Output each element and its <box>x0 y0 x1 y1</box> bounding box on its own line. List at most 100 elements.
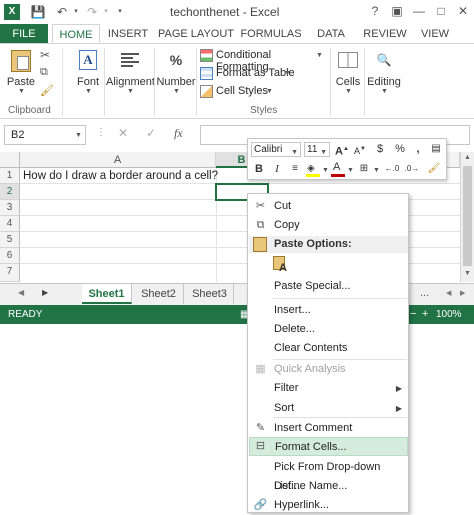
menu-copy[interactable]: ⧉ Copy <box>249 216 408 235</box>
menu-clear-contents[interactable]: Clear Contents <box>249 339 408 358</box>
paste-keep-source-icon[interactable]: A <box>273 256 291 276</box>
row-header-1[interactable]: 1 <box>0 168 20 184</box>
row-header-2[interactable]: 2 <box>0 184 20 200</box>
editing-group-button[interactable]: 🔍 Editing ▼ <box>366 48 402 98</box>
copy-icon[interactable]: ⧉ <box>40 66 48 79</box>
sheet-tab-3[interactable]: Sheet3 <box>186 284 234 304</box>
tab-insert[interactable]: INSERT <box>104 24 152 44</box>
insert-function-button[interactable]: fx <box>174 126 183 141</box>
undo-dropdown-icon[interactable]: ▾ <box>68 4 84 20</box>
font-color-dropdown-icon[interactable]: ▼ <box>347 167 354 174</box>
tab-formulas[interactable]: FORMULAS <box>240 24 302 44</box>
tab-file[interactable]: FILE <box>0 24 48 44</box>
menu-insert[interactable]: Insert... <box>249 301 408 320</box>
comma-format-button[interactable]: , <box>410 141 426 157</box>
alignment-label: Alignment <box>106 76 155 88</box>
name-box-dropdown-icon[interactable]: ▼ <box>75 132 82 139</box>
scroll-down-icon[interactable]: ▼ <box>464 270 471 277</box>
menu-paste-special[interactable]: Paste Special... <box>249 277 408 296</box>
menu-pick-list[interactable]: Pick From Drop-down List... <box>249 458 408 492</box>
row-header-5[interactable]: 5 <box>0 232 20 248</box>
tab-data[interactable]: DATA <box>310 24 352 44</box>
title-bar: X 💾 ↶ ▾ ↷ ▾ ▾ techonthenet - Excel ? ▣ —… <box>0 0 474 24</box>
alignment-group-button[interactable]: Alignment ▼ <box>106 48 155 98</box>
format-painter-mini-icon[interactable]: ▤ <box>428 141 444 157</box>
horizontal-scroll-right-icon[interactable]: ▶ <box>460 289 465 297</box>
mini-font-size[interactable]: 11 ▼ <box>304 142 330 157</box>
next-sheet-icon[interactable]: ▶ <box>42 288 48 297</box>
cut-icon[interactable]: ✂ <box>40 48 50 62</box>
fill-color-icon[interactable]: ◈ <box>305 161 321 177</box>
zoom-out-icon[interactable]: − <box>410 308 416 320</box>
row-header-7[interactable]: 7 <box>0 264 20 282</box>
vertical-scrollbar[interactable]: ▲ ▼ <box>460 152 474 282</box>
font-group-button[interactable]: A Font ▼ <box>70 48 106 98</box>
cells-group-button[interactable]: Cells ▼ <box>334 48 362 98</box>
decrease-decimal-icon[interactable]: .0→ <box>404 161 420 177</box>
close-button[interactable]: ✕ <box>452 2 474 20</box>
row-header-6[interactable]: 6 <box>0 248 20 264</box>
menu-delete[interactable]: Delete... <box>249 320 408 339</box>
menu-cut[interactable]: ✂ Cut <box>249 197 408 216</box>
percent-format-button[interactable]: % <box>392 141 408 157</box>
column-header-a[interactable]: A <box>20 152 216 168</box>
tab-view[interactable]: VIEW <box>416 24 454 44</box>
minimize-button[interactable]: — <box>408 2 430 20</box>
italic-button[interactable]: I <box>269 161 285 177</box>
cell-styles-button[interactable]: Cell Styles ▼ <box>200 84 276 100</box>
bold-button[interactable]: B <box>251 161 267 177</box>
maximize-button[interactable]: □ <box>430 2 452 20</box>
borders-icon[interactable]: ⊞ <box>356 161 372 177</box>
name-box[interactable]: B2 ▼ <box>4 125 86 145</box>
customize-qat-icon[interactable]: ▾ <box>112 4 128 20</box>
conditional-formatting-button[interactable]: Conditional Formatting ▼ <box>200 48 324 73</box>
zoom-in-icon[interactable]: + <box>422 308 428 320</box>
row-header-3[interactable]: 3 <box>0 200 20 216</box>
sort-submenu-arrow-icon: ▶ <box>395 404 402 413</box>
prev-sheet-icon[interactable]: ◀ <box>18 288 24 297</box>
add-sheet-button[interactable]: ... <box>420 287 429 299</box>
font-color-icon[interactable]: A <box>330 161 346 177</box>
zoom-level[interactable]: 100% <box>436 309 462 320</box>
menu-insert-comment[interactable]: ✎ Insert Comment <box>249 419 408 438</box>
menu-hyperlink[interactable]: 🔗 Hyperlink... <box>249 496 408 515</box>
decrease-font-icon[interactable]: A▼ <box>352 141 368 157</box>
menu-sort[interactable]: Sort ▶ <box>249 399 408 418</box>
vertical-scroll-thumb[interactable] <box>463 166 472 266</box>
horizontal-scroll-left-icon[interactable]: ◀ <box>446 289 451 297</box>
context-menu: ✂ Cut ⧉ Copy Paste Options: A Paste Spec… <box>247 193 409 513</box>
borders-dropdown-icon[interactable]: ▼ <box>373 167 380 174</box>
number-group-button[interactable]: % Number ▼ <box>156 48 196 98</box>
row-header-4[interactable]: 4 <box>0 216 20 232</box>
align-center-icon[interactable]: ≡ <box>287 161 303 177</box>
tab-review[interactable]: REVIEW <box>360 24 410 44</box>
fill-color-dropdown-icon[interactable]: ▼ <box>322 167 329 174</box>
save-icon[interactable]: 💾 <box>30 4 46 20</box>
enter-entry-button[interactable]: ✓ <box>146 126 156 140</box>
tab-home[interactable]: HOME <box>52 24 100 44</box>
help-button[interactable]: ? <box>364 2 386 20</box>
format-as-table-button[interactable]: Format as Table ▼ <box>200 66 300 82</box>
cell-a1[interactable]: How do I draw a border around a cell? <box>23 170 218 182</box>
menu-format-cells[interactable]: ⊟ Format Cells... <box>249 437 408 456</box>
currency-format-button[interactable]: $ <box>372 141 388 157</box>
mini-font-name[interactable]: Calibri ▼ <box>251 142 301 157</box>
increase-font-icon[interactable]: A▲ <box>334 141 350 158</box>
format-painter-icon[interactable]: 🖌 <box>40 84 54 97</box>
menu-filter[interactable]: Filter ▶ <box>249 379 408 398</box>
select-all-corner[interactable] <box>0 152 20 168</box>
cancel-entry-button[interactable]: ✕ <box>118 126 128 140</box>
increase-decimal-icon[interactable]: ←.0 <box>384 161 400 177</box>
scroll-up-icon[interactable]: ▲ <box>464 154 471 161</box>
paste-button[interactable]: Paste ▼ <box>6 48 36 95</box>
menu-define-name[interactable]: Define Name... <box>249 477 408 496</box>
menu-filter-label: Filter <box>274 382 299 394</box>
sheet-tab-1[interactable]: Sheet1 <box>82 284 132 304</box>
mini-toolbar: Calibri ▼ 11 ▼ A▲ A▼ $ % , ▤ B I ≡ ◈ ▼ A… <box>247 138 447 180</box>
sheet-tab-2[interactable]: Sheet2 <box>134 284 184 304</box>
menu-cut-label: Cut <box>274 200 292 212</box>
tab-page-layout[interactable]: PAGE LAYOUT <box>158 24 234 44</box>
ribbon-display-button[interactable]: ▣ <box>386 2 408 20</box>
clear-format-icon[interactable]: 🖌 <box>426 161 442 177</box>
cells-label: Cells <box>335 76 361 88</box>
